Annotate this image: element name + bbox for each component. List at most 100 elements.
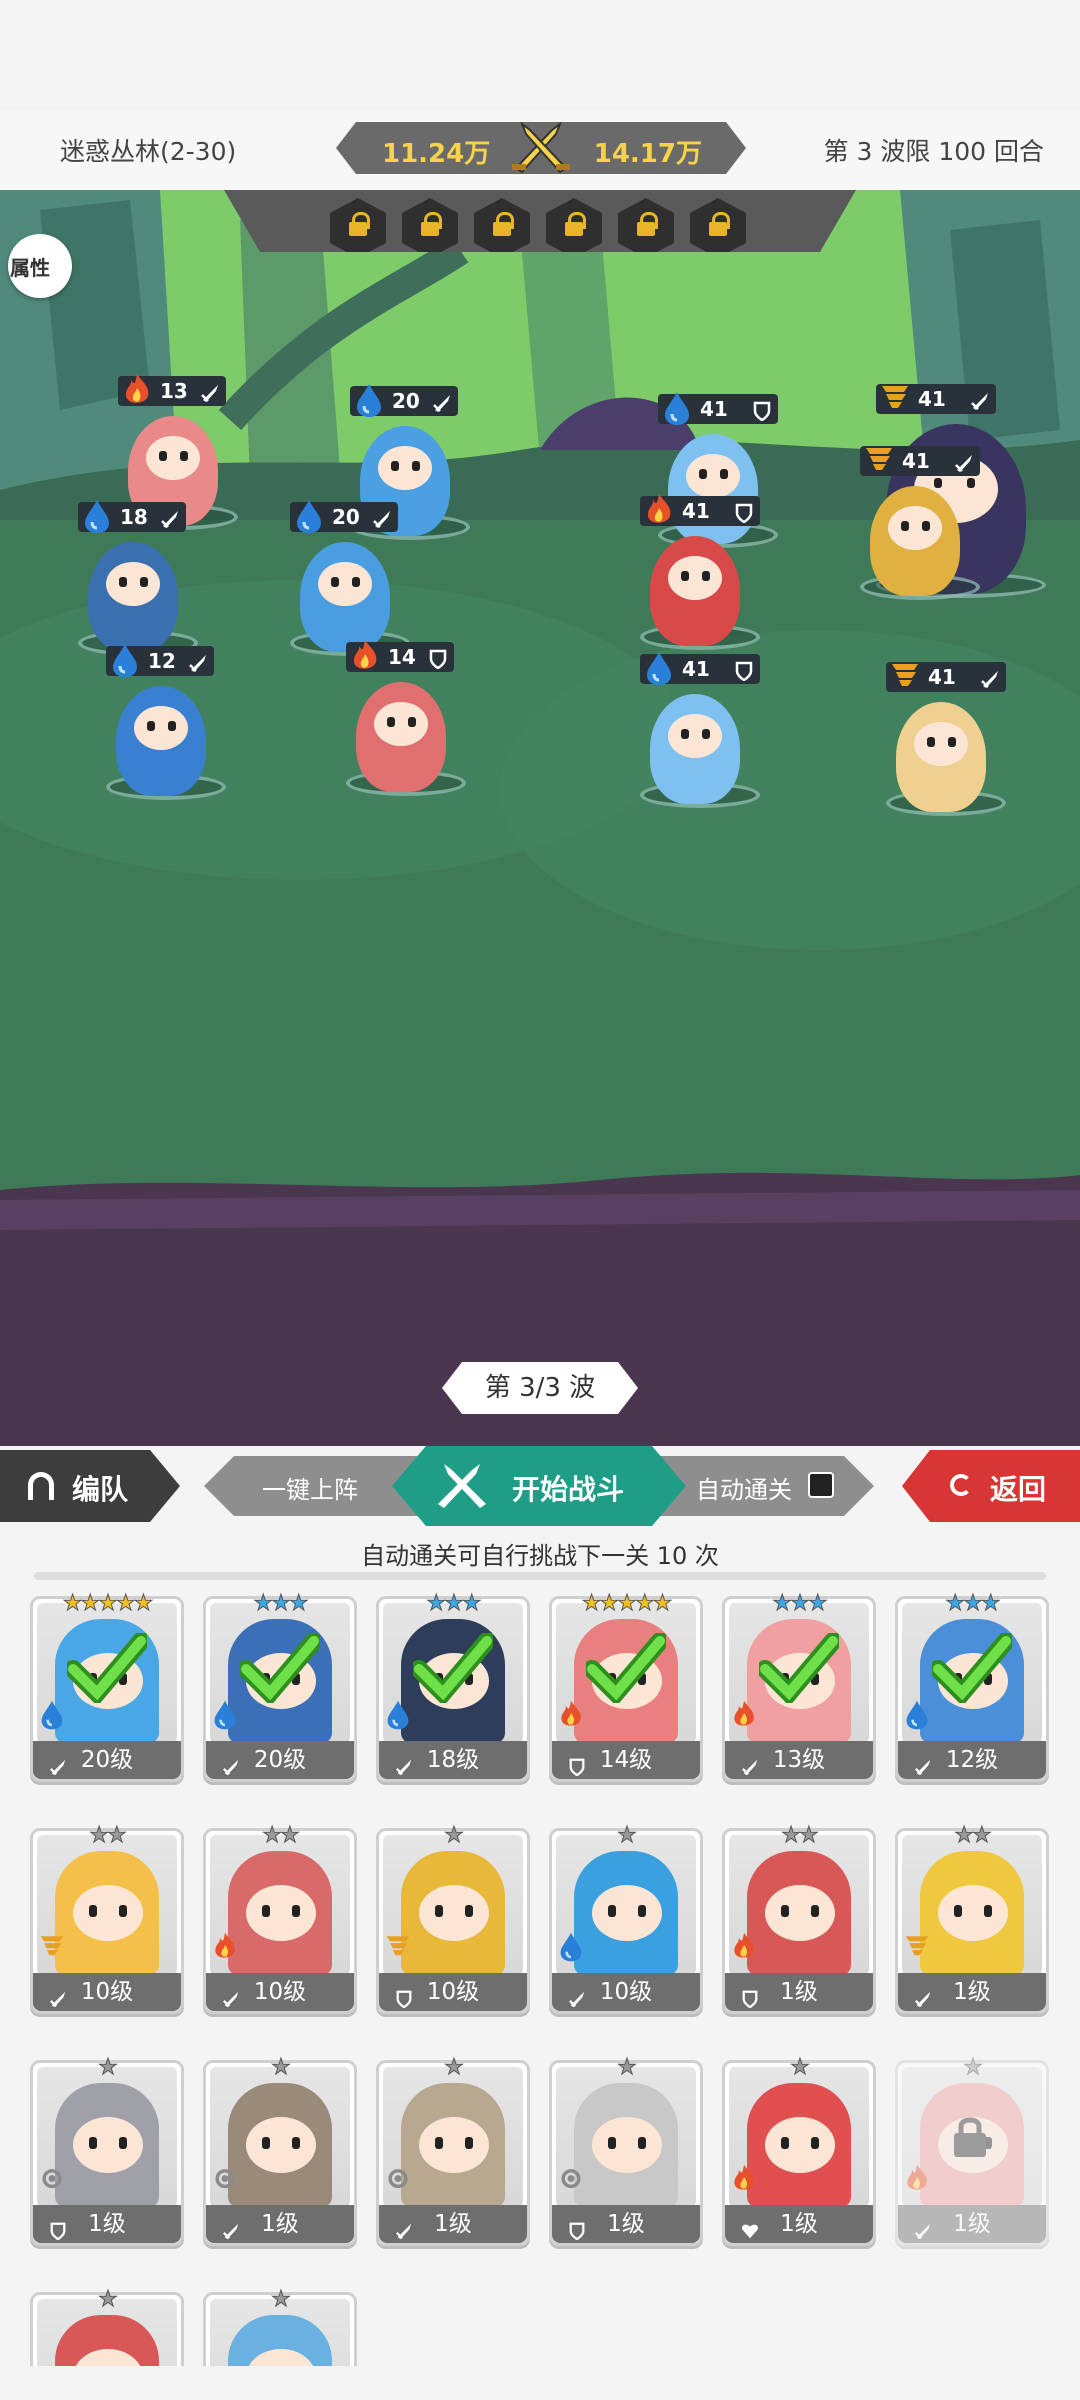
water-element-icon bbox=[644, 650, 674, 686]
hero-level: 10级 bbox=[552, 1973, 700, 2011]
water-element-icon bbox=[294, 498, 324, 534]
hero-card[interactable]: ★★★ 12级 bbox=[895, 1592, 1049, 1782]
hero-stars: ★★★ bbox=[426, 1591, 482, 1616]
sword-role-icon bbox=[222, 1982, 240, 2008]
hero-stars: ★ bbox=[271, 2055, 292, 2080]
checkmark-icon bbox=[586, 1633, 666, 1703]
hero-level: 1级 bbox=[379, 2205, 527, 2243]
hero-level-text: 10级 bbox=[426, 1979, 480, 2005]
lock-icon bbox=[330, 198, 386, 252]
hero-card[interactable]: ★★ 10级 bbox=[203, 1824, 357, 2014]
my-power: 11.24万 bbox=[382, 139, 491, 169]
wind-element-icon bbox=[864, 442, 894, 478]
sword-role-icon bbox=[568, 1982, 586, 2008]
unit-level-tag: 20 bbox=[290, 500, 398, 533]
hero-level-text: 1级 bbox=[780, 1979, 818, 2005]
hero-card[interactable]: ★ 1级 bbox=[549, 2056, 703, 2246]
back-label: 返回 bbox=[990, 1473, 1047, 1506]
hero-level: 12级 bbox=[898, 1741, 1046, 1779]
wave-indicator: 第 3/3 波 bbox=[442, 1362, 638, 1414]
unit-sprite bbox=[896, 702, 986, 812]
light-element-icon bbox=[385, 2163, 411, 2195]
checkmark-icon bbox=[67, 1633, 147, 1703]
hero-card[interactable]: ★ 1级 bbox=[30, 2055, 184, 2246]
water-element-icon bbox=[110, 642, 140, 678]
unit-level: 41 bbox=[928, 665, 956, 689]
hero-level: 1级 bbox=[206, 2205, 354, 2243]
quick-deploy-button[interactable]: 一键上阵 bbox=[262, 1470, 358, 1505]
hero-card[interactable]: ★★★ 20级 bbox=[203, 1592, 357, 1782]
hero-level: 10级 bbox=[379, 1973, 527, 2011]
unit-level: 18 bbox=[120, 505, 148, 529]
sword-role-icon bbox=[741, 1750, 759, 1776]
hero-level: 1级 bbox=[725, 2205, 873, 2243]
fire-element-icon bbox=[350, 638, 380, 674]
fire-element-icon bbox=[731, 1931, 757, 1963]
back-button[interactable]: 返回 bbox=[902, 1450, 1080, 1522]
shield-role-icon bbox=[568, 1750, 586, 1777]
sword-role-icon bbox=[395, 2214, 413, 2240]
action-bar: 编队 一键上阵 开始战斗 自动通关 返回 bbox=[0, 1446, 1080, 1526]
hero-stars: ★ bbox=[98, 2055, 119, 2080]
water-element-icon bbox=[212, 1699, 238, 1731]
unit-level-tag: 41 bbox=[658, 392, 778, 425]
sword-role-icon bbox=[188, 651, 208, 672]
hero-card[interactable]: ★ 1级 bbox=[203, 2055, 357, 2246]
shield-role-icon bbox=[752, 399, 772, 422]
hero-card[interactable]: ★★★★★ 14级 bbox=[549, 1592, 703, 1782]
unit-sprite bbox=[88, 542, 178, 652]
start-battle-button[interactable]: 开始战斗 bbox=[392, 1446, 686, 1526]
hero-card[interactable]: ★★ 10级 bbox=[30, 1824, 184, 2014]
locked-slots-bar bbox=[224, 190, 856, 252]
hero-card[interactable]: ★★ 1级 bbox=[895, 1824, 1049, 2014]
hero-card[interactable]: ★ 10级 bbox=[376, 1823, 530, 2014]
hero-level-text: 10级 bbox=[80, 1979, 134, 2005]
sword-role-icon bbox=[160, 507, 180, 528]
unit-level: 12 bbox=[148, 649, 176, 673]
team-button[interactable]: 编队 bbox=[0, 1450, 180, 1522]
hero-level-text: 13级 bbox=[772, 1747, 826, 1773]
hero-level-text: 18级 bbox=[426, 1747, 480, 1773]
wind-element-icon bbox=[904, 1931, 930, 1963]
hero-card[interactable]: ★ 10级 bbox=[549, 1824, 703, 2014]
hero-card[interactable]: ★ 1级 bbox=[722, 2056, 876, 2246]
wave-limit: 第 3 波限 100 回合 bbox=[823, 137, 1044, 166]
fire-element-icon bbox=[644, 492, 674, 528]
hero-level: 20级 bbox=[33, 1741, 181, 1779]
hero-level: 10级 bbox=[206, 1973, 354, 2011]
sword-role-icon bbox=[914, 1750, 932, 1776]
unit-level-tag: 18 bbox=[78, 500, 186, 533]
crossed-swords-icon bbox=[512, 122, 570, 174]
fire-element-icon bbox=[558, 1699, 584, 1731]
hero-level: 1级 bbox=[552, 2205, 700, 2243]
water-element-icon bbox=[385, 1699, 411, 1731]
hero-level-text: 12级 bbox=[945, 1747, 999, 1773]
hero-card[interactable]: ★ 1级 bbox=[376, 2056, 530, 2246]
checkmark-icon bbox=[932, 1633, 1012, 1703]
fire-element-icon bbox=[904, 2163, 930, 2195]
hero-card[interactable]: ★★ 1级 bbox=[722, 1824, 876, 2014]
hero-card[interactable]: ★★★ 13级 bbox=[722, 1592, 876, 1782]
hero-stars: ★ bbox=[98, 2287, 119, 2312]
attribute-button[interactable]: 属性 bbox=[8, 234, 72, 298]
hero-card[interactable]: ★★★★★ 20级 bbox=[30, 1592, 184, 1782]
sword-role-icon bbox=[222, 1750, 240, 1776]
back-arrow-icon bbox=[950, 1474, 972, 1496]
headset-icon bbox=[28, 1472, 54, 1500]
unit-level: 41 bbox=[902, 449, 930, 473]
water-element-icon bbox=[39, 1699, 65, 1731]
unit-level-tag: 14 bbox=[346, 640, 454, 672]
hero-card[interactable]: ★ 1级 bbox=[895, 2056, 1049, 2246]
hero-stars: ★ bbox=[444, 1823, 465, 1848]
light-element-icon bbox=[212, 2163, 238, 2195]
hero-level: 1级 bbox=[898, 2205, 1046, 2243]
hero-card[interactable]: ★★★ 18级 bbox=[376, 1591, 530, 1782]
auto-clear-checkbox[interactable] bbox=[808, 1472, 834, 1498]
checkmark-icon bbox=[240, 1633, 320, 1703]
wind-element-icon bbox=[890, 658, 920, 694]
water-element-icon bbox=[354, 382, 384, 418]
sword-role-icon bbox=[372, 507, 392, 528]
shield-role-icon bbox=[568, 2214, 586, 2241]
unit-level-tag: 41 bbox=[640, 494, 760, 526]
fire-element-icon bbox=[731, 1699, 757, 1731]
